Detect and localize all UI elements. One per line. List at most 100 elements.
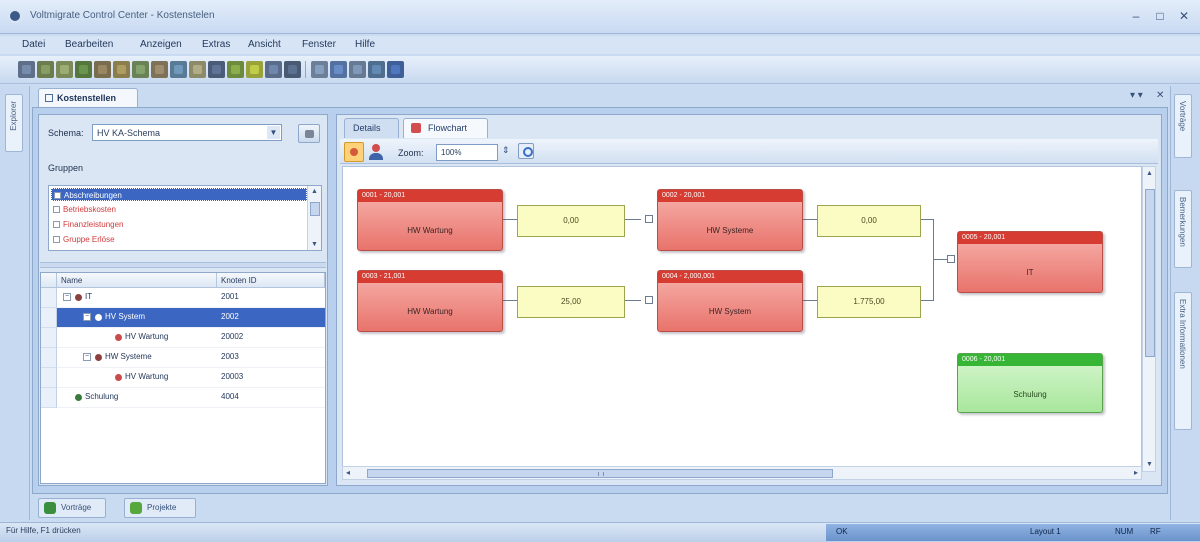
table-row[interactable]: − HV System 2002: [57, 308, 325, 328]
value-box[interactable]: 25,00: [517, 286, 625, 318]
scroll-down-icon[interactable]: ▼: [311, 241, 318, 248]
toolbar-button-icon[interactable]: [265, 61, 282, 78]
checkbox-icon[interactable]: [53, 236, 60, 243]
toolbar-button-icon[interactable]: [151, 61, 168, 78]
toolbar-button-icon[interactable]: [56, 61, 73, 78]
zoom-fit-icon[interactable]: [518, 143, 534, 159]
bottom-tab-projekte[interactable]: Projekte: [124, 498, 196, 518]
flowchart-node[interactable]: 0004 - 2,000,001 HW System: [657, 270, 803, 332]
toolbar-button-icon[interactable]: [94, 61, 111, 78]
vertical-scrollbar[interactable]: ▲ ▼: [1142, 166, 1156, 472]
menu-extras[interactable]: Extras: [202, 39, 230, 50]
tree-node-id: 2003: [221, 352, 239, 361]
chevron-down-icon[interactable]: ▼: [267, 126, 280, 139]
tab-details[interactable]: Details: [344, 118, 399, 138]
scroll-thumb[interactable]: [310, 202, 320, 216]
toolbar-button-icon[interactable]: [170, 61, 187, 78]
row-gutter[interactable]: [41, 308, 57, 328]
dock-tab-vortraege[interactable]: Vorträge: [1174, 94, 1192, 158]
collapse-icon[interactable]: −: [63, 293, 71, 301]
toolbar-button-icon[interactable]: [18, 61, 35, 78]
pane-pin-icon[interactable]: ▾ ▾: [1130, 90, 1143, 101]
column-header-id[interactable]: Knoten ID: [217, 273, 325, 288]
explorer-dock-tab[interactable]: Explorer: [5, 94, 23, 152]
zoom-input[interactable]: [436, 144, 498, 161]
menu-bearbeiten[interactable]: Bearbeiten: [65, 39, 113, 50]
toolbar-button-icon[interactable]: [132, 61, 149, 78]
toolbar-button-icon[interactable]: [368, 61, 385, 78]
row-gutter[interactable]: [41, 328, 57, 348]
gruppen-item[interactable]: Finanzleistungen: [51, 218, 307, 231]
gruppen-scrollbar[interactable]: ▲ ▼: [307, 186, 321, 250]
scroll-thumb[interactable]: [367, 469, 833, 478]
flowchart-node[interactable]: 0003 - 21,001 HW Wartung: [357, 270, 503, 332]
collapse-icon[interactable]: −: [83, 353, 91, 361]
dock-tab-extra-informationen[interactable]: Extra Informationen: [1174, 292, 1192, 430]
checkbox-icon[interactable]: [53, 221, 60, 228]
user-icon[interactable]: [368, 143, 384, 161]
row-gutter[interactable]: [41, 388, 57, 408]
table-row[interactable]: HV Wartung 20002: [57, 328, 325, 348]
flowchart-node[interactable]: 0001 - 20,001 HW Wartung: [357, 189, 503, 251]
menu-fenster[interactable]: Fenster: [302, 39, 336, 50]
toolbar-button-icon[interactable]: [349, 61, 366, 78]
scroll-thumb[interactable]: [1145, 189, 1155, 357]
gruppen-list[interactable]: Abschreibungen Betriebskosten Finanzleis…: [48, 185, 322, 251]
collapse-icon[interactable]: −: [83, 313, 91, 321]
toolbar-button-icon[interactable]: [75, 61, 92, 78]
toolbar-button-icon[interactable]: [284, 61, 301, 78]
flowchart-canvas[interactable]: 0,00 0,00 25,00 1.775,00 0001 - 20,001 H…: [342, 166, 1142, 472]
node-header: 0003 - 21,001: [358, 271, 502, 283]
gruppen-item[interactable]: Abschreibungen: [51, 188, 307, 201]
menu-ansicht[interactable]: Ansicht: [248, 39, 281, 50]
toolbar-button-icon[interactable]: [227, 61, 244, 78]
gruppen-item[interactable]: Betriebskosten: [51, 203, 307, 216]
menu-anzeigen[interactable]: Anzeigen: [140, 39, 182, 50]
toolbar-button-icon[interactable]: [311, 61, 328, 78]
row-gutter[interactable]: [41, 348, 57, 368]
scroll-up-icon[interactable]: ▲: [1146, 170, 1153, 177]
toolbar-button-icon[interactable]: [208, 61, 225, 78]
minimize-button[interactable]: –: [1126, 8, 1146, 24]
menu-hilfe[interactable]: Hilfe: [355, 39, 375, 50]
toolbar-button-icon[interactable]: [37, 61, 54, 78]
bottom-tab-vortraege[interactable]: Vorträge: [38, 498, 106, 518]
layout-button[interactable]: [344, 142, 364, 162]
checkbox-icon[interactable]: [54, 192, 61, 199]
value-box[interactable]: 1.775,00: [817, 286, 921, 318]
zoom-spinner-icon[interactable]: ⇕: [502, 145, 510, 156]
toolbar-button-icon[interactable]: [330, 61, 347, 78]
menu-datei[interactable]: Datei: [22, 39, 45, 50]
value-box[interactable]: 0,00: [517, 205, 625, 237]
maximize-button[interactable]: □: [1150, 8, 1170, 24]
pane-close-icon[interactable]: ✕: [1156, 90, 1164, 101]
close-button[interactable]: ✕: [1174, 8, 1194, 24]
flowchart-node[interactable]: 0002 - 20,001 HW Systeme: [657, 189, 803, 251]
toolbar-button-icon[interactable]: [113, 61, 130, 78]
row-gutter[interactable]: [41, 288, 57, 308]
scroll-right-icon[interactable]: ▸: [1134, 468, 1138, 477]
table-row[interactable]: − HW Systeme 2003: [57, 348, 325, 368]
table-row[interactable]: − IT 2001: [57, 288, 325, 308]
schema-select[interactable]: HV KA-Schema ▼: [92, 124, 282, 141]
scroll-left-icon[interactable]: ◂: [346, 468, 350, 477]
value-box[interactable]: 0,00: [817, 205, 921, 237]
gruppen-item[interactable]: Gruppe Erlöse: [51, 233, 307, 246]
scroll-down-icon[interactable]: ▼: [1146, 461, 1153, 468]
flowchart-node[interactable]: 0005 - 20,001 IT: [957, 231, 1103, 293]
row-gutter[interactable]: [41, 368, 57, 388]
table-row[interactable]: HV Wartung 20003: [57, 368, 325, 388]
column-header-name[interactable]: Name: [57, 273, 217, 288]
toolbar-button-icon[interactable]: [189, 61, 206, 78]
panel-splitter[interactable]: [40, 262, 326, 268]
schema-options-button[interactable]: [298, 124, 320, 143]
scroll-up-icon[interactable]: ▲: [311, 188, 318, 195]
toolbar-button-icon[interactable]: [387, 61, 404, 78]
flowchart-node[interactable]: 0006 - 20,001 Schulung: [957, 353, 1103, 413]
horizontal-scrollbar[interactable]: ◂ ▸: [342, 466, 1142, 480]
toolbar-button-icon[interactable]: [246, 61, 263, 78]
dock-tab-bemerkungen[interactable]: Bemerkungen: [1174, 190, 1192, 268]
table-row[interactable]: Schulung 4004: [57, 388, 325, 408]
document-tab[interactable]: Kostenstellen: [38, 88, 138, 107]
checkbox-icon[interactable]: [53, 206, 60, 213]
